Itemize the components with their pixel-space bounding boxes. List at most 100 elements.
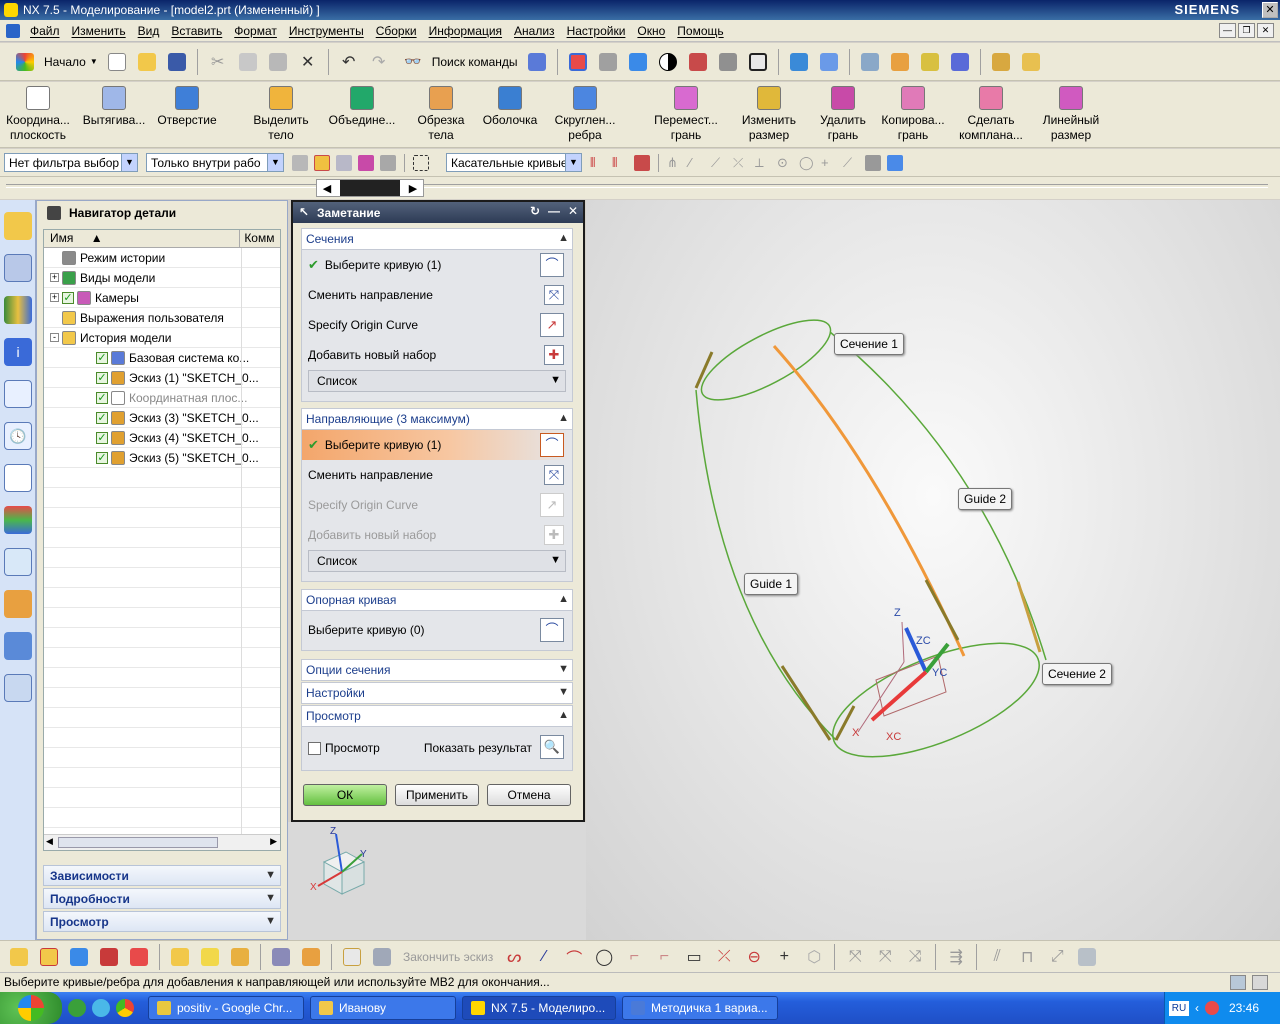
nx-app-icon[interactable] [4, 3, 18, 17]
mdi-close-icon[interactable]: ✕ [1257, 23, 1274, 38]
tree-row[interactable]: ✓ Базовая система ко... [44, 348, 280, 368]
tree-row[interactable]: - История модели [44, 328, 280, 348]
history-icon[interactable]: 🕓 [4, 422, 32, 450]
visibility-checkbox[interactable]: ✓ [96, 451, 108, 464]
stop-at-intersection-icon[interactable]: ⫴ [590, 155, 606, 171]
rail-handle[interactable] [340, 180, 400, 196]
guide-select-curve[interactable]: ✔ Выберите кривую (1) ⌒ [302, 430, 572, 460]
selection-icon[interactable] [917, 49, 943, 75]
shaded-view-icon[interactable] [625, 49, 651, 75]
palette-icon[interactable] [4, 674, 32, 702]
status-filter-icon[interactable] [1230, 975, 1246, 990]
expand-icon[interactable]: + [50, 293, 59, 302]
snap-icon[interactable] [314, 154, 330, 171]
save-icon[interactable] [164, 49, 190, 75]
follow-fillet-icon[interactable]: ⫴ [612, 155, 628, 171]
section2-curve[interactable] [818, 620, 1053, 780]
language-indicator[interactable]: RU [1169, 1000, 1189, 1016]
collapse-icon[interactable]: - [50, 333, 59, 342]
new-file-icon[interactable] [104, 49, 130, 75]
copy-icon[interactable] [235, 49, 261, 75]
ok-button[interactable]: ОК [303, 784, 387, 806]
studio-spline-icon[interactable]: ⬡ [801, 944, 827, 970]
scope-filter-select[interactable]: Только внутри рабо ▼ [146, 153, 284, 172]
process-studio-icon[interactable] [4, 464, 32, 492]
rectangle-icon[interactable]: ▭ [681, 944, 707, 970]
start-button[interactable] [0, 992, 62, 1024]
snap-on-surface-icon[interactable]: ⟋ [843, 155, 859, 171]
column-name[interactable]: Имя ▲ [44, 230, 241, 247]
quicklaunch-chrome-icon[interactable] [116, 999, 134, 1017]
chevron-left-icon[interactable]: ◀ [317, 182, 337, 195]
dimension-icon[interactable]: ⊓ [1014, 944, 1040, 970]
graphics-window[interactable]: Z ZC YC X XC Сечение 1 Guide 2 Guide 1 С… [586, 200, 1280, 940]
snap-point-icon[interactable] [887, 49, 913, 75]
measure-distance-icon[interactable] [988, 49, 1014, 75]
visibility-checkbox[interactable]: ✓ [96, 371, 108, 384]
make-corner-icon[interactable]: ⤨ [902, 944, 928, 970]
scrollbar-thumb[interactable] [58, 837, 218, 848]
guide-reverse-direction[interactable]: Сменить направление ⤧ [302, 460, 572, 490]
visibility-checkbox[interactable]: ✓ [96, 391, 108, 404]
snap-solid-icon[interactable] [887, 154, 903, 171]
feature-button-1[interactable]: Координа... плоскость [4, 86, 72, 143]
filter-reset-icon[interactable] [292, 154, 308, 171]
line-icon[interactable]: ⁄ [531, 944, 557, 970]
guide1-tag[interactable]: Guide 1 [744, 573, 799, 595]
menu-assemblies[interactable]: Сборки [370, 24, 423, 38]
menu-format[interactable]: Формат [228, 24, 283, 38]
tree-row[interactable]: Выражения пользователя [44, 308, 280, 328]
spine-select-curve[interactable]: Выберите кривую (0) ⌒ [302, 611, 572, 649]
feature-curves-icon[interactable] [634, 154, 650, 171]
mirror-icon[interactable] [96, 944, 122, 970]
layer-icon[interactable] [857, 49, 883, 75]
system-materials-icon[interactable] [4, 632, 32, 660]
origin-curve-icon[interactable]: ↗ [540, 313, 564, 337]
visibility-checkbox[interactable]: ✓ [62, 291, 74, 304]
feature-button-3[interactable]: Отверстие [156, 86, 218, 128]
fillet-icon[interactable]: ⌐ [621, 944, 647, 970]
taskbar-button[interactable]: Иванову [310, 996, 456, 1020]
curve-rule-select[interactable]: Касательные кривые ▼ [446, 153, 582, 172]
group-section-options-header[interactable]: Опции сечения ▼ [301, 659, 573, 681]
group-sections-header[interactable]: Сечения ▲ [301, 228, 573, 250]
open-folder-icon[interactable] [134, 49, 160, 75]
display-mode-icon[interactable] [655, 49, 681, 75]
tree-row[interactable]: ✓ Эскиз (1) "SKETCH_0... [44, 368, 280, 388]
select-curve-icon[interactable]: ⌒ [540, 618, 564, 642]
menu-edit[interactable]: Изменить [66, 24, 132, 38]
section-preview[interactable]: Просмотр ▼ [43, 911, 281, 932]
guide2-tag[interactable]: Guide 2 [958, 488, 1013, 510]
tree-row[interactable]: Режим истории [44, 248, 280, 268]
circle-icon[interactable]: ◯ [591, 944, 617, 970]
roles-icon[interactable] [4, 548, 32, 576]
snap-intersection-icon[interactable]: ⤫ [733, 155, 749, 171]
system-scenes-icon[interactable] [4, 590, 32, 618]
profile-icon[interactable]: ᔕ [501, 944, 527, 970]
group-guides-header[interactable]: Направляющие (3 максимум) ▲ [301, 408, 573, 430]
reverse-direction-icon[interactable]: ⤧ [544, 285, 564, 305]
feature-button-10[interactable]: Изменить размер [730, 86, 808, 143]
window-close-button[interactable]: ✕ [1262, 2, 1278, 18]
quicklaunch-torrent-icon[interactable] [68, 999, 86, 1017]
feature-button-13[interactable]: Сделать компланa... [952, 86, 1030, 143]
sketch-icon[interactable] [339, 944, 365, 970]
expand-icon[interactable]: + [50, 273, 59, 282]
visibility-checkbox[interactable]: ✓ [96, 411, 108, 424]
snap-center-icon[interactable]: ⟂ [755, 155, 771, 171]
feature-button-2[interactable]: Вытягива... [76, 86, 152, 128]
tree-row[interactable]: + Виды модели [44, 268, 280, 288]
manufacturing-wizards-icon[interactable] [4, 506, 32, 534]
tray-network-icon[interactable] [1205, 1001, 1219, 1015]
wave-link-icon[interactable] [227, 944, 253, 970]
feature-button-4[interactable]: Выделить тело [246, 86, 316, 143]
redo-icon[interactable]: ↷ [366, 49, 392, 75]
show-constraints-icon[interactable] [1074, 944, 1100, 970]
minimize-icon[interactable]: — [546, 204, 562, 220]
mdi-restore-icon[interactable]: ❐ [1238, 23, 1255, 38]
reset-icon[interactable]: ↻ [527, 204, 543, 220]
menu-tools[interactable]: Инструменты [283, 24, 370, 38]
quick-trim-icon[interactable]: ⤧ [842, 944, 868, 970]
feature-button-5[interactable]: Объедине... [320, 86, 404, 128]
chamfer-icon[interactable]: ⌐ [651, 944, 677, 970]
